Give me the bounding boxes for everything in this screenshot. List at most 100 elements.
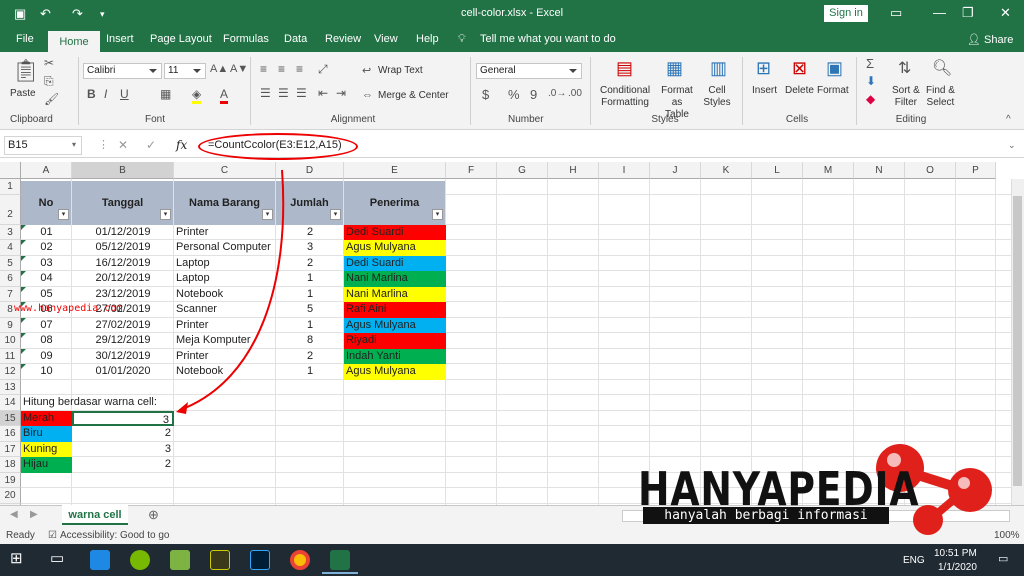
cell-jumlah[interactable]: 3	[276, 240, 344, 256]
cell-no[interactable]: 10	[21, 364, 72, 380]
row-header-13[interactable]: 13	[0, 379, 21, 395]
cell-jumlah[interactable]: 1	[276, 271, 344, 287]
cell-penerima[interactable]: Indah Yanti	[344, 348, 446, 364]
cell-nama-barang[interactable]: Laptop	[174, 256, 276, 272]
row-header-9[interactable]: 9	[0, 317, 21, 333]
find-select-button[interactable]: Find & Select	[926, 85, 955, 109]
filter-dropdown-icon[interactable]: ▾	[160, 208, 171, 220]
row-header-3[interactable]: 3	[0, 224, 21, 240]
cell-styles-button[interactable]: Cell Styles	[700, 85, 734, 109]
underline-icon[interactable]: U	[120, 87, 129, 101]
font-color-icon[interactable]: A	[220, 87, 229, 104]
decrease-font-icon[interactable]: A▼	[230, 63, 248, 75]
count-value[interactable]: 3	[72, 442, 174, 458]
column-header-L[interactable]: L	[752, 162, 803, 179]
windows-start-icon[interactable]: ⊞	[10, 549, 23, 567]
filter-dropdown-icon[interactable]: ▾	[330, 208, 341, 220]
prev-sheet-icon[interactable]: ◀	[10, 509, 18, 520]
cell-tanggal[interactable]: 23/12/2019	[72, 287, 174, 303]
number-format-select[interactable]: General	[476, 63, 582, 79]
count-value[interactable]: 2	[72, 426, 174, 442]
row-header-15[interactable]: 15	[0, 410, 21, 426]
sort-filter-button[interactable]: Sort & Filter	[892, 85, 920, 109]
row-header-7[interactable]: 7	[0, 286, 21, 302]
cell-jumlah[interactable]: 2	[276, 225, 344, 241]
select-all-corner[interactable]	[0, 162, 21, 179]
tab-formulas[interactable]: Formulas	[223, 33, 269, 45]
enter-icon[interactable]: ✓	[146, 138, 156, 152]
cell-nama-barang[interactable]: Notebook	[174, 364, 276, 380]
cell-tanggal[interactable]: 05/12/2019	[72, 240, 174, 256]
count-title[interactable]: Hitung berdasar warna cell:	[21, 395, 221, 411]
bold-icon[interactable]: B	[87, 87, 96, 101]
wrap-text-button[interactable]: Wrap Text	[378, 65, 423, 77]
filter-dropdown-icon[interactable]: ▾	[58, 208, 69, 220]
row-header-12[interactable]: 12	[0, 364, 21, 380]
cell-no[interactable]: 02	[21, 240, 72, 256]
filter-dropdown-icon[interactable]: ▾	[432, 208, 443, 220]
column-header-O[interactable]: O	[905, 162, 956, 179]
row-header-4[interactable]: 4	[0, 240, 21, 256]
align-middle-icon[interactable]: ≡	[278, 62, 285, 76]
cell-penerima[interactable]: Nani Marlina	[344, 271, 446, 287]
align-top-icon[interactable]: ≡	[260, 62, 267, 76]
cell-nama-barang[interactable]: Printer	[174, 225, 276, 241]
row-header-2[interactable]: 2	[0, 194, 21, 225]
cell-nama-barang[interactable]: Notebook	[174, 287, 276, 303]
md5-app-icon[interactable]	[210, 550, 230, 570]
cut-icon[interactable]: ✂	[44, 56, 54, 70]
task-view-icon[interactable]: ▭	[50, 549, 64, 567]
sheet-tab-warna-cell[interactable]: warna cell	[62, 505, 128, 525]
table-header-tanggal[interactable]: Tanggal	[72, 180, 173, 225]
new-sheet-icon[interactable]: ⊕	[148, 507, 159, 523]
table-header-penerima[interactable]: Penerima	[344, 180, 445, 225]
maximize-icon[interactable]: ❐	[962, 5, 974, 21]
column-header-E[interactable]: E	[344, 162, 446, 179]
row-header-20[interactable]: 20	[0, 488, 21, 504]
cell-jumlah[interactable]: 2	[276, 349, 344, 365]
android-studio-icon[interactable]	[170, 550, 190, 570]
column-header-G[interactable]: G	[497, 162, 548, 179]
italic-icon[interactable]: I	[104, 87, 107, 101]
count-color-label[interactable]: Hijau	[21, 457, 72, 473]
language-indicator[interactable]: ENG	[903, 555, 925, 566]
copy-icon[interactable]: ⎘	[44, 74, 54, 89]
cell-tanggal[interactable]: 29/12/2019	[72, 333, 174, 349]
paste-icon[interactable]: 📋︎	[12, 58, 40, 84]
paste-button[interactable]: Paste	[10, 88, 36, 100]
cell-jumlah[interactable]: 1	[276, 318, 344, 334]
cell-no[interactable]: 04	[21, 271, 72, 287]
cell-jumlah[interactable]: 5	[276, 302, 344, 318]
expand-formula-icon[interactable]: ⌄	[1008, 140, 1016, 151]
insert-function-icon[interactable]: fx	[176, 138, 187, 152]
tab-data[interactable]: Data	[284, 33, 307, 45]
cell-penerima[interactable]: Rafi Aini	[344, 302, 446, 318]
cell-nama-barang[interactable]: Laptop	[174, 271, 276, 287]
conditional-formatting-button[interactable]: Conditional Formatting	[600, 85, 650, 109]
excel-icon[interactable]	[330, 550, 350, 570]
column-header-A[interactable]: A	[21, 162, 72, 179]
orientation-icon[interactable]: ⤢	[318, 62, 328, 77]
column-header-C[interactable]: C	[174, 162, 276, 179]
cell-penerima[interactable]: Agus Mulyana	[344, 317, 446, 333]
photoshop-icon[interactable]	[250, 550, 270, 570]
decrease-decimal-icon[interactable]: .00	[568, 88, 582, 99]
tab-help[interactable]: Help	[416, 33, 439, 45]
tab-review[interactable]: Review	[325, 33, 361, 45]
name-box-dropdown-icon[interactable]: ▾	[72, 140, 76, 149]
comma-icon[interactable]: 9	[530, 87, 537, 102]
tab-file[interactable]: File	[16, 33, 34, 45]
close-icon[interactable]: ✕	[1000, 5, 1011, 21]
table-header-nama-barang[interactable]: Nama Barang	[174, 180, 275, 225]
cell-penerima[interactable]: Dedi Suardi	[344, 255, 446, 271]
font-size-select[interactable]: 11	[164, 63, 206, 79]
align-right-icon[interactable]: ☰	[296, 86, 307, 100]
borders-icon[interactable]: ▦	[160, 87, 171, 101]
column-header-D[interactable]: D	[276, 162, 344, 179]
count-value[interactable]: 3	[72, 410, 174, 426]
cell-tanggal[interactable]: 20/12/2019	[72, 271, 174, 287]
increase-font-icon[interactable]: A▲	[210, 63, 228, 75]
row-header-11[interactable]: 11	[0, 348, 21, 364]
cell-jumlah[interactable]: 1	[276, 364, 344, 380]
cell-no[interactable]: 05	[21, 287, 72, 303]
